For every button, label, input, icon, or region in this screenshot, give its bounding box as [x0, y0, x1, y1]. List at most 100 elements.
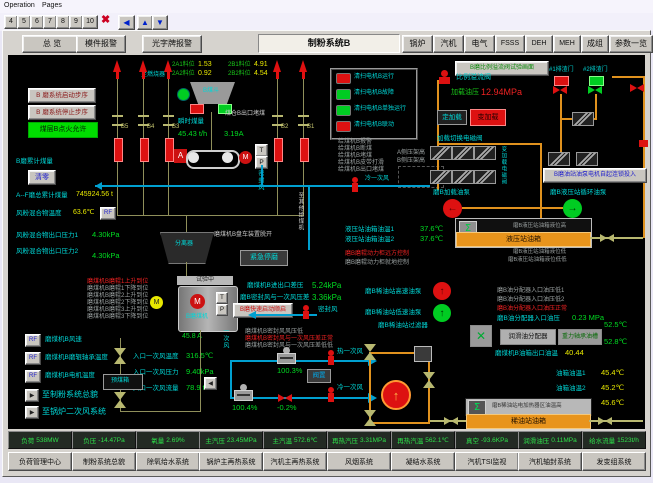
slag-valve1[interactable] [554, 76, 569, 86]
nav-pulverizing-overview[interactable]: 制粉系统总貌 [72, 452, 136, 471]
page-button-7[interactable]: 7 [43, 15, 57, 29]
solenoid-valve-icon[interactable] [576, 152, 598, 166]
filter-label: 磨B稀油站过滤器 [378, 322, 428, 329]
valve-icon[interactable] [600, 234, 607, 242]
nav-deaerator-feedwater[interactable]: 除氧给水系统 [136, 452, 200, 471]
mill-start-seq-button[interactable]: B 磨系统启动步序 [28, 88, 96, 103]
solenoid-valve-icon[interactable] [452, 146, 474, 160]
menu-pages[interactable]: Pages [42, 2, 62, 10]
solenoid-valve-icon[interactable] [474, 146, 496, 160]
valve-icon[interactable] [423, 380, 435, 388]
rf-trend-button-motor[interactable]: RF [25, 370, 41, 383]
nav-load-center[interactable]: 负荷管理中心 [8, 452, 72, 471]
up-button[interactable]: ▲ [137, 15, 153, 30]
valve-icon[interactable] [637, 84, 644, 92]
system-button-turbine[interactable]: 汽机 [433, 35, 464, 53]
goto-secondary-air[interactable]: 至锅炉二次风系统 [42, 407, 106, 416]
system-button-boiler[interactable]: 锅炉 [402, 35, 433, 53]
menu-operation[interactable]: Operation [4, 2, 35, 10]
solenoid-valve-icon[interactable] [572, 112, 594, 126]
light-alarm-button[interactable]: 光字牌报警 [142, 35, 202, 53]
page-button-9[interactable]: 9 [69, 15, 83, 29]
valve-icon[interactable] [285, 394, 292, 402]
delete-icon[interactable]: ✖ [101, 14, 110, 27]
mill-trend-button[interactable]: T [216, 292, 228, 304]
hyd-temp2-label: 液压站油箱油温2 [345, 236, 394, 243]
goto-pulverizing-overview-button[interactable]: ▶ [25, 389, 39, 402]
valve-icon[interactable] [364, 418, 376, 426]
rf-trend-button-bearing[interactable]: RF [25, 352, 41, 365]
var-load-button[interactable]: 变加载 [470, 109, 506, 126]
valve-icon[interactable] [630, 84, 637, 92]
oil-station-interlock-button[interactable]: B磨油站油泵电机自起连锁投入 [543, 168, 647, 183]
valve-icon[interactable] [364, 410, 376, 418]
hs-pump-status[interactable]: ↑ [433, 282, 451, 300]
nav-air-flue[interactable]: 风烟系统 [327, 452, 391, 471]
valve-icon[interactable] [607, 234, 614, 242]
system-button-meh[interactable]: MEH [553, 35, 581, 53]
valve-icon[interactable] [114, 400, 126, 408]
page-button-6[interactable]: 6 [30, 15, 44, 29]
system-button-params[interactable]: 参数一览 [609, 35, 653, 53]
fixed-load-button[interactable]: 定加载 [437, 110, 467, 125]
valve-position-button[interactable]: 阀置 [307, 369, 331, 383]
rf-trend-button-mix-temp[interactable]: RF [100, 207, 116, 220]
valve-icon[interactable] [444, 417, 451, 425]
page-button-4[interactable]: 4 [4, 15, 18, 29]
valve-icon[interactable] [451, 417, 458, 425]
solenoid-valve-icon[interactable] [430, 146, 452, 160]
valve-icon[interactable] [114, 356, 126, 364]
valve-icon[interactable] [423, 372, 435, 380]
system-button-deh[interactable]: DEH [525, 35, 553, 53]
nav-boiler-reheat[interactable]: 锅炉主再热系统 [199, 452, 263, 471]
load-pump[interactable]: ← [443, 199, 462, 218]
damper-icon[interactable] [277, 353, 296, 364]
system-button-fsss[interactable]: FSSS [495, 35, 525, 53]
valve-icon[interactable] [605, 417, 612, 425]
page-title[interactable]: 制粉系统B [258, 34, 400, 53]
system-button-group[interactable]: 成组 [581, 35, 609, 53]
valve-icon[interactable] [364, 344, 376, 352]
solenoid-valve-icon[interactable] [430, 170, 452, 184]
damper-icon[interactable] [234, 390, 253, 401]
valve-icon[interactable] [114, 392, 126, 400]
goto-pulverizing-overview[interactable]: 至制粉系统总貌 [42, 390, 98, 399]
nav-shaft-seal[interactable]: 汽机轴封系统 [518, 452, 582, 471]
emergency-stop-button[interactable]: 紧急停磨 [240, 250, 288, 266]
tank-level-high: 磨B液压站油箱液位高 [513, 223, 566, 229]
mill-point-button[interactable]: P [216, 304, 228, 316]
solenoid-valve-icon[interactable] [474, 170, 496, 184]
module-alarm-button[interactable]: 模件报警 [76, 35, 126, 53]
valve-icon[interactable] [364, 352, 376, 360]
circ-pump[interactable]: → [563, 199, 582, 218]
overview-button[interactable]: 总 览 [22, 35, 82, 53]
nav-turbine-tsi[interactable]: 汽机TSI监视 [455, 452, 519, 471]
pipe [186, 262, 187, 276]
prop-valve-icon[interactable] [441, 70, 448, 77]
clear-button[interactable]: 清零 [28, 170, 56, 185]
back-small-button[interactable]: ◀ [204, 377, 217, 390]
gate-icon[interactable] [190, 104, 204, 114]
valve-icon[interactable] [114, 348, 126, 356]
lube-main-pump[interactable]: ↑ [381, 380, 411, 410]
ls-pump-status[interactable]: ↑ [433, 304, 451, 322]
solenoid-valve-icon[interactable] [548, 152, 570, 166]
valve-icon[interactable] [278, 394, 285, 402]
valve-icon[interactable] [598, 417, 605, 425]
page-button-10[interactable]: 10 [82, 15, 98, 29]
page-button-8[interactable]: 8 [56, 15, 70, 29]
mill-motor[interactable]: M [190, 294, 205, 309]
nav-generator[interactable]: 发变组系统 [582, 452, 646, 471]
nav-condensate[interactable]: 凝结水系统 [391, 452, 455, 471]
page-button-5[interactable]: 5 [17, 15, 31, 29]
feeder-motor[interactable]: M [239, 151, 252, 164]
slag-valve2[interactable] [589, 76, 604, 86]
solenoid-valve-icon[interactable] [452, 170, 474, 184]
down-button[interactable]: ▼ [152, 15, 168, 30]
rf-trend-button-speed[interactable]: RF [25, 334, 41, 347]
goto-secondary-air-button[interactable]: ▶ [25, 406, 39, 419]
nav-turbine-reheat[interactable]: 汽机主再热系统 [263, 452, 327, 471]
mill-stop-seq-button[interactable]: B 磨系统停止步序 [28, 105, 96, 120]
system-button-electric[interactable]: 电气 [464, 35, 495, 53]
back-button[interactable]: ◀ [118, 15, 135, 30]
